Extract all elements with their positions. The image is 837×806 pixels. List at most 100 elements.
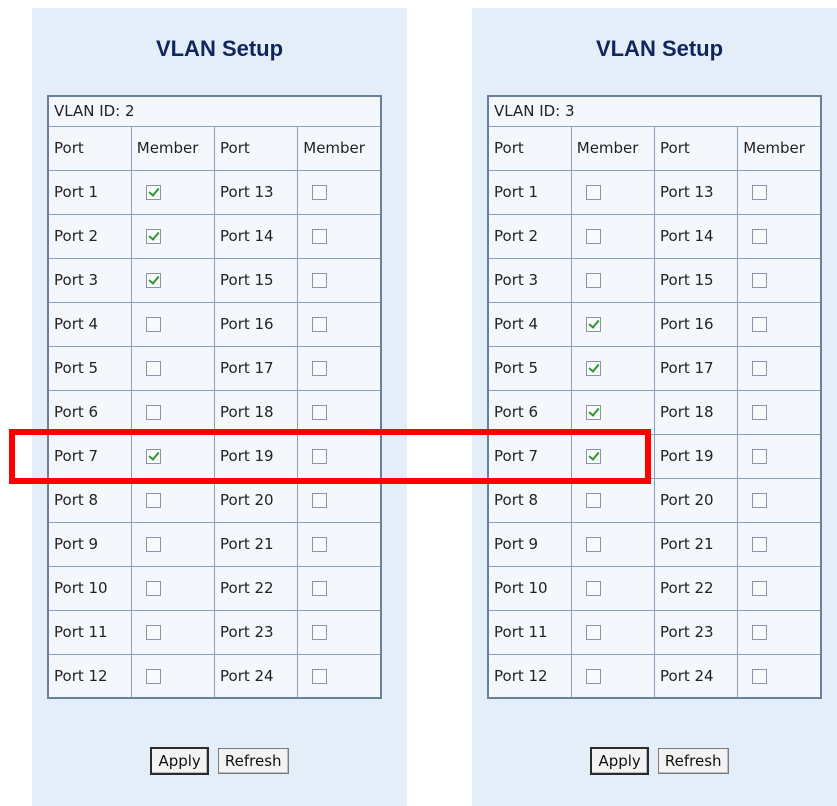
- vlan-id-row: VLAN ID: 2: [47, 95, 382, 127]
- member-checkbox[interactable]: [585, 449, 601, 464]
- port-label: Port 16: [213, 301, 299, 347]
- table-row: Port 9 Port 21: [47, 521, 382, 567]
- member-checkbox[interactable]: [145, 229, 161, 244]
- member-checkbox[interactable]: [752, 537, 768, 552]
- member-cell: [130, 477, 216, 523]
- port-label: Port 12: [47, 653, 132, 699]
- member-cell: [130, 389, 216, 435]
- member-checkbox[interactable]: [752, 229, 768, 244]
- member-checkbox[interactable]: [585, 581, 601, 596]
- member-checkbox[interactable]: [752, 668, 768, 684]
- member-cell: [737, 301, 822, 347]
- port-label: Port 22: [653, 565, 739, 611]
- member-cell: [297, 389, 382, 435]
- member-checkbox[interactable]: [312, 185, 328, 200]
- port-label: Port 11: [47, 609, 132, 655]
- column-header: Member: [737, 125, 822, 171]
- port-label: Port 2: [487, 213, 572, 259]
- member-checkbox[interactable]: [145, 668, 161, 684]
- member-checkbox[interactable]: [312, 273, 328, 288]
- member-checkbox[interactable]: [585, 493, 601, 508]
- port-label: Port 6: [487, 389, 572, 435]
- member-checkbox[interactable]: [585, 625, 601, 640]
- member-cell: [570, 213, 656, 259]
- member-checkbox[interactable]: [585, 537, 601, 552]
- port-label: Port 17: [653, 345, 739, 391]
- panel-title: VLAN Setup: [155, 36, 284, 61]
- member-checkbox[interactable]: [145, 537, 161, 552]
- member-checkbox[interactable]: [145, 317, 161, 332]
- member-checkbox[interactable]: [585, 668, 601, 684]
- member-checkbox[interactable]: [752, 273, 768, 288]
- apply-button[interactable]: Apply: [590, 747, 649, 775]
- member-checkbox[interactable]: [752, 185, 768, 200]
- port-label: Port 18: [213, 389, 299, 435]
- member-checkbox[interactable]: [585, 229, 601, 244]
- port-label: Port 21: [213, 521, 299, 567]
- member-checkbox[interactable]: [145, 449, 161, 464]
- member-cell: [737, 521, 822, 567]
- apply-button[interactable]: Apply: [150, 747, 209, 775]
- member-checkbox[interactable]: [312, 361, 328, 376]
- member-cell: [570, 257, 656, 303]
- member-cell: [130, 521, 216, 567]
- member-cell: [297, 345, 382, 391]
- member-checkbox[interactable]: [752, 361, 768, 376]
- table-row: Port 7 Port 19: [487, 433, 822, 479]
- member-checkbox[interactable]: [585, 405, 601, 420]
- member-checkbox[interactable]: [585, 273, 601, 288]
- table-row: Port 8 Port 20: [487, 477, 822, 523]
- member-checkbox[interactable]: [752, 449, 768, 464]
- member-checkbox[interactable]: [752, 625, 768, 640]
- member-checkbox[interactable]: [752, 493, 768, 508]
- member-checkbox[interactable]: [145, 361, 161, 376]
- member-checkbox[interactable]: [752, 581, 768, 596]
- member-checkbox[interactable]: [585, 317, 601, 332]
- table-row: Port 2 Port 14: [47, 213, 382, 259]
- member-checkbox[interactable]: [312, 493, 328, 508]
- port-label: Port 20: [213, 477, 299, 523]
- port-label: Port 13: [653, 169, 739, 215]
- port-label: Port 1: [47, 169, 132, 215]
- member-checkbox[interactable]: [145, 405, 161, 420]
- refresh-button[interactable]: Refresh: [657, 748, 729, 774]
- member-checkbox[interactable]: [585, 185, 601, 200]
- table-row: Port 10 Port 22: [47, 565, 382, 611]
- member-cell: [737, 257, 822, 303]
- member-checkbox[interactable]: [752, 317, 768, 332]
- member-cell: [570, 389, 656, 435]
- member-cell: [570, 565, 656, 611]
- member-checkbox[interactable]: [312, 537, 328, 552]
- member-checkbox[interactable]: [312, 229, 328, 244]
- table-row: Port 2 Port 14: [487, 213, 822, 259]
- member-checkbox[interactable]: [145, 581, 161, 596]
- member-checkbox[interactable]: [145, 493, 161, 508]
- member-checkbox[interactable]: [145, 625, 161, 640]
- table-row: Port 12 Port 24: [487, 653, 822, 699]
- table-row: Port 1 Port 13: [487, 169, 822, 215]
- member-cell: [570, 345, 656, 391]
- column-header: Port: [653, 125, 739, 171]
- refresh-button[interactable]: Refresh: [217, 748, 289, 774]
- port-label: Port 5: [47, 345, 132, 391]
- column-header: Port: [487, 125, 572, 171]
- member-cell: [130, 609, 216, 655]
- member-checkbox[interactable]: [585, 361, 601, 376]
- member-checkbox[interactable]: [312, 625, 328, 640]
- member-checkbox[interactable]: [312, 581, 328, 596]
- member-checkbox[interactable]: [312, 449, 328, 464]
- port-label: Port 19: [653, 433, 739, 479]
- member-cell: [737, 653, 822, 699]
- member-checkbox[interactable]: [145, 185, 161, 200]
- port-label: Port 18: [653, 389, 739, 435]
- table-row: Port 11 Port 23: [47, 609, 382, 655]
- member-checkbox[interactable]: [312, 317, 328, 332]
- member-checkbox[interactable]: [752, 405, 768, 420]
- member-checkbox[interactable]: [312, 668, 328, 684]
- member-checkbox[interactable]: [145, 273, 161, 288]
- member-checkbox[interactable]: [312, 405, 328, 420]
- member-cell: [297, 213, 382, 259]
- table-row: Port 4 Port 16: [487, 301, 822, 347]
- port-label: Port 15: [653, 257, 739, 303]
- member-cell: [297, 653, 382, 699]
